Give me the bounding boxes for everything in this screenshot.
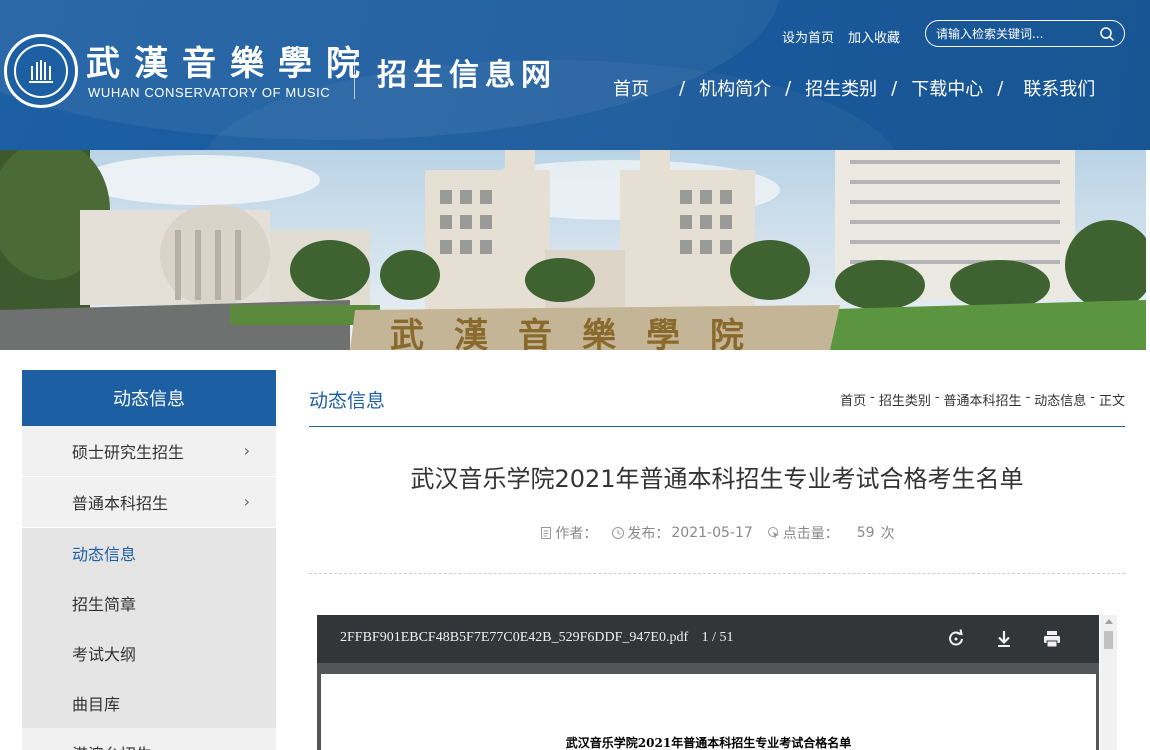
breadcrumb-undergraduate[interactable]: 普通本科招生 xyxy=(944,390,1022,409)
breadcrumb-admission-types[interactable]: 招生类别 xyxy=(879,390,931,409)
pdf-viewer[interactable]: 2FFBF901EBCF48B5F7E77C0E42B_529F6DDF_947… xyxy=(317,615,1099,750)
pdf-page: 武汉音乐学院2021年普通本科招生专业考试合格名单 xyxy=(321,674,1096,750)
banner-stone-inscription: 武漢音樂學院 xyxy=(390,316,774,350)
search-box xyxy=(925,20,1125,47)
nav-separator: / xyxy=(679,77,686,99)
nav-admission-types[interactable]: 招生类别 xyxy=(805,75,877,101)
sidebar-item-label: 港澳台招生 xyxy=(72,741,152,750)
pdf-page-heading: 武汉音乐学院2021年普通本科招生专业考试合格名单 xyxy=(565,736,852,750)
pdf-scrollbar[interactable] xyxy=(1100,615,1117,750)
pdf-file-info: 2FFBF901EBCF48B5F7E77C0E42B_529F6DDF_947… xyxy=(340,630,734,646)
nav-downloads[interactable]: 下载中心 xyxy=(911,75,983,101)
meta-author: 作者： xyxy=(539,523,597,543)
sidebar-title: 动态信息 xyxy=(22,370,276,426)
seal-emblem-icon xyxy=(29,60,53,83)
banner-edge xyxy=(1146,150,1150,350)
clock-icon xyxy=(612,527,625,539)
school-name-en: WUHAN CONSERVATORY OF MUSIC xyxy=(88,85,331,100)
nav-separator: / xyxy=(891,77,898,99)
views-count: 59 xyxy=(856,525,875,541)
chevron-right-icon: › xyxy=(244,743,250,750)
sidebar-item-label: 普通本科招生 xyxy=(72,494,169,513)
content-header: 动态信息 首页 - 招生类别 - 普通本科招生 - 动态信息 - 正文 xyxy=(309,370,1125,427)
sidebar-subitem-syllabus[interactable]: 考试大纲 xyxy=(22,628,276,678)
add-favorite-link[interactable]: 加入收藏 xyxy=(848,27,900,46)
search-icon[interactable] xyxy=(1099,26,1115,42)
sidebar-subitem-news[interactable]: 动态信息 xyxy=(22,528,276,578)
author-label: 作者： xyxy=(555,526,598,542)
scroll-up-arrow-icon[interactable] xyxy=(1105,619,1113,624)
breadcrumb: 首页 - 招生类别 - 普通本科招生 - 动态信息 - 正文 xyxy=(840,390,1125,409)
breadcrumb-current: 正文 xyxy=(1098,394,1125,409)
sidebar-subitem-brochure[interactable]: 招生简章 xyxy=(22,578,276,628)
school-seal-logo[interactable] xyxy=(4,34,78,108)
pdf-toolbar: 2FFBF901EBCF48B5F7E77C0E42B_529F6DDF_947… xyxy=(317,615,1099,663)
download-icon[interactable] xyxy=(992,627,1016,651)
sidebar: 动态信息 硕士研究生招生 › 普通本科招生 › 动态信息 招生简章 考试大纲 曲… xyxy=(22,370,276,750)
breadcrumb-separator: - xyxy=(870,390,875,405)
rotate-icon[interactable] xyxy=(944,627,968,651)
site-name: 招生信息网 xyxy=(377,58,557,93)
article-title: 武汉音乐学院2021年普通本科招生专业考试合格考生名单 xyxy=(410,465,1024,493)
document-icon xyxy=(541,527,552,539)
section-title: 动态信息 xyxy=(309,390,386,412)
cursor-click-icon xyxy=(767,527,779,539)
nav-about[interactable]: 机构简介 xyxy=(699,75,771,101)
main-nav: 首页 / 机构简介 / 招生类别 / 下载中心 / 联系我们 xyxy=(613,75,1095,101)
publish-label: 发布： xyxy=(627,526,670,542)
breadcrumb-home[interactable]: 首页 xyxy=(840,390,866,409)
article-meta: 作者： 发布： 2021-05-17 点击量： 59 次 xyxy=(309,523,1125,543)
nav-separator: / xyxy=(785,77,792,99)
nav-separator: / xyxy=(997,77,1004,99)
views-unit: 次 xyxy=(880,526,895,542)
logo-divider xyxy=(354,55,355,99)
nav-home[interactable]: 首页 xyxy=(613,75,649,101)
pdf-filename: 2FFBF901EBCF48B5F7E77C0E42B_529F6DDF_947… xyxy=(340,630,689,645)
scrollbar-thumb[interactable] xyxy=(1104,631,1113,649)
sidebar-item-undergraduate[interactable]: 普通本科招生 › xyxy=(22,477,276,528)
sidebar-item-graduate[interactable]: 硕士研究生招生 › xyxy=(22,426,276,477)
breadcrumb-separator: - xyxy=(934,390,940,405)
set-homepage-link[interactable]: 设为首页 xyxy=(782,27,834,46)
breadcrumb-news[interactable]: 动态信息 xyxy=(1034,390,1086,409)
campus-banner-image: 武漢音樂學院 xyxy=(0,150,1146,350)
seal-inner-ring xyxy=(14,44,68,98)
divider xyxy=(309,573,1125,574)
views-label: 点击量： xyxy=(782,526,839,542)
chevron-right-icon: › xyxy=(243,492,250,511)
sidebar-item-hk-macao-taiwan[interactable]: 港澳台招生 › xyxy=(22,728,276,750)
search-input[interactable] xyxy=(936,26,1096,41)
publish-date: 2021-05-17 xyxy=(671,525,753,541)
breadcrumb-separator: - xyxy=(1090,390,1095,405)
breadcrumb-separator: - xyxy=(1025,390,1031,405)
sidebar-item-label: 硕士研究生招生 xyxy=(72,443,185,462)
meta-publish: 发布： 2021-05-17 xyxy=(611,523,753,543)
school-name-cn: 武漢音樂學院 xyxy=(86,44,374,84)
meta-views: 点击量： 59 次 xyxy=(767,523,895,543)
print-icon[interactable] xyxy=(1040,627,1064,651)
chevron-right-icon: › xyxy=(243,441,250,460)
site-header: 武漢音樂學院 WUHAN CONSERVATORY OF MUSIC 招生信息网… xyxy=(0,0,1150,150)
sidebar-subitem-repertoire[interactable]: 曲目库 xyxy=(22,678,276,728)
pdf-page-count: 1 / 51 xyxy=(701,630,734,645)
nav-contact[interactable]: 联系我们 xyxy=(1023,75,1095,101)
top-links: 设为首页 加入收藏 xyxy=(782,27,900,46)
